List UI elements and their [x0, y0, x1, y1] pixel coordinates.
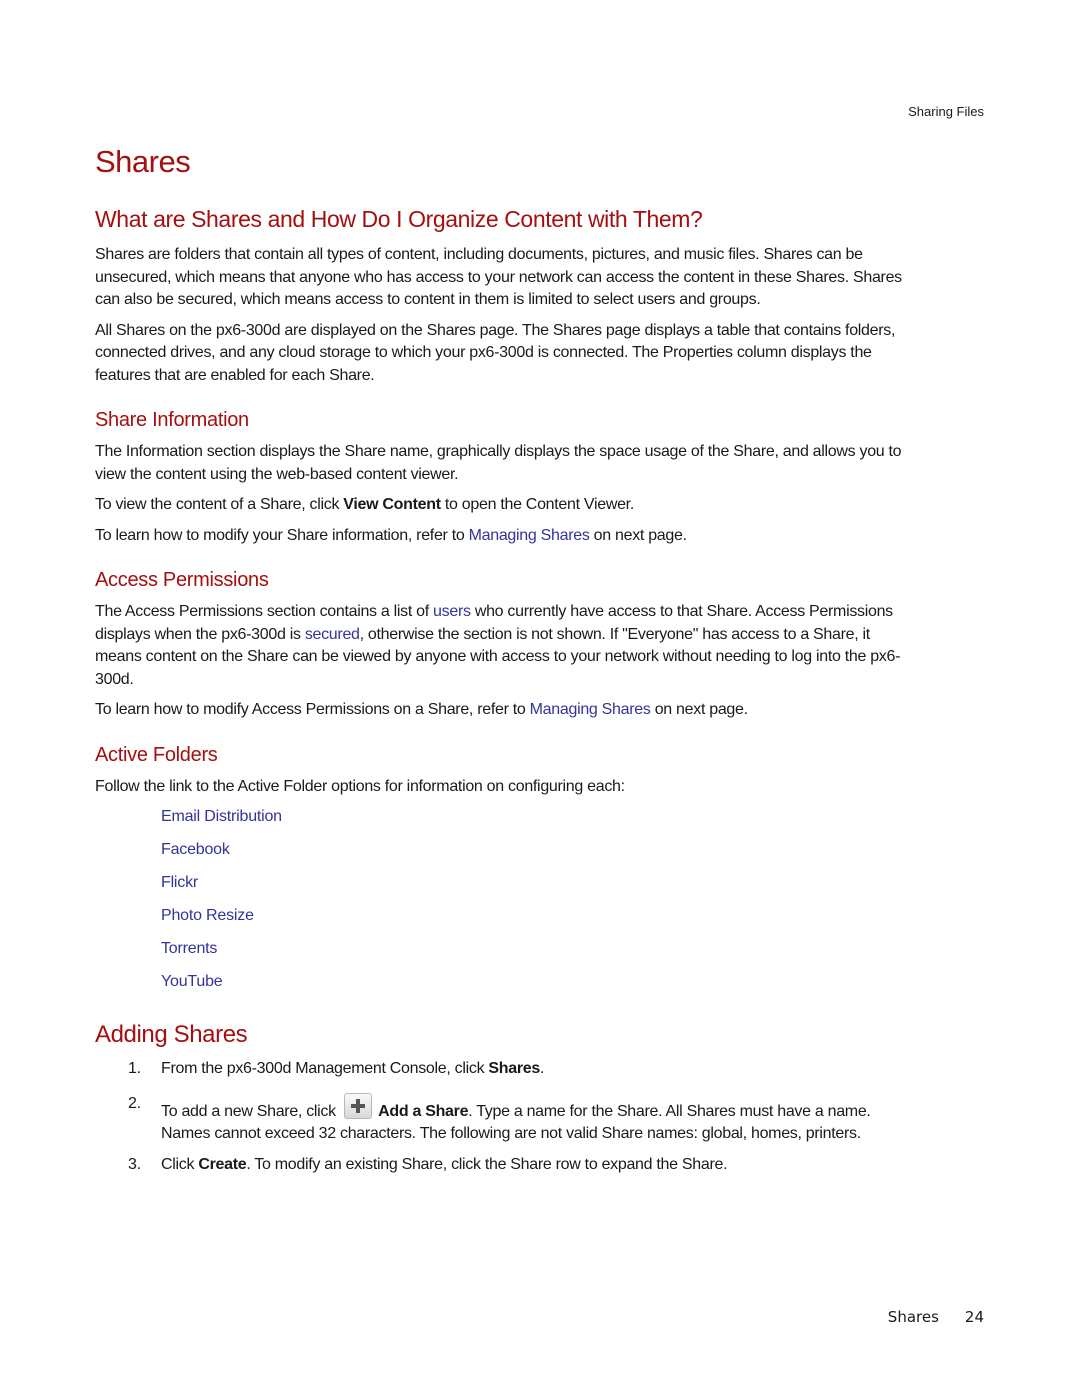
text: .	[540, 1060, 545, 1077]
adding-shares-section: Adding Shares 1. From the px6-300d Manage…	[95, 1020, 905, 1176]
page-footer: Shares 24	[888, 1308, 984, 1326]
torrents-link[interactable]: Torrents	[161, 940, 217, 957]
page-title: Shares	[95, 144, 191, 179]
shares-label: Shares	[488, 1060, 540, 1077]
intro-paragraph-2: All Shares on the px6-300d are displayed…	[95, 321, 896, 384]
intro-paragraph-1: Shares are folders that contain all type…	[95, 246, 902, 308]
share-information-section: Share Information The Information sectio…	[95, 407, 905, 547]
managing-shares-link[interactable]: Managing Shares	[469, 527, 590, 544]
managing-shares-reference: To learn how to modify Access Permission…	[95, 699, 905, 722]
intro-section: What are Shares and How Do I Organize Co…	[95, 204, 905, 387]
page-number: 24	[964, 1308, 984, 1326]
step-number: 1.	[128, 1060, 141, 1077]
text: To learn how to modify Access Permission…	[95, 701, 530, 718]
list-item: Photo Resize	[161, 899, 905, 932]
share-information-paragraph: The Information section displays the Sha…	[95, 443, 902, 483]
step-number: 3.	[128, 1155, 141, 1173]
list-item: Flickr	[161, 866, 905, 899]
users-link[interactable]: users	[433, 603, 471, 620]
create-label: Create	[198, 1155, 247, 1173]
email-distribution-link[interactable]: Email Distribution	[161, 808, 282, 825]
view-content-label: View Content	[343, 496, 441, 513]
add-a-share-label: Add a Share	[378, 1102, 469, 1120]
list-item: YouTube	[161, 965, 905, 998]
share-information-heading: Share Information	[95, 409, 249, 431]
access-permissions-heading: Access Permissions	[95, 569, 269, 591]
text: Click	[161, 1155, 199, 1173]
step-2: 2. To add a new Share, click Add a Share.…	[95, 1092, 905, 1146]
add-share-icon	[343, 1092, 372, 1119]
managing-shares-link[interactable]: Managing Shares	[530, 701, 651, 718]
facebook-link[interactable]: Facebook	[161, 841, 230, 858]
view-content-instruction: To view the content of a Share, click Vi…	[95, 494, 905, 517]
text: To add a new Share, click	[161, 1102, 340, 1120]
secured-link[interactable]: secured	[305, 626, 360, 643]
flickr-link[interactable]: Flickr	[161, 874, 198, 891]
list-item: Facebook	[161, 833, 905, 866]
photo-resize-link[interactable]: Photo Resize	[161, 907, 254, 924]
text: To learn how to modify your Share inform…	[95, 526, 469, 544]
text: on next page.	[589, 526, 687, 544]
step-3: 3. Click Create. To modify an existing Sh…	[95, 1154, 905, 1177]
text: To view the content of a Share, click	[95, 496, 344, 513]
youtube-link[interactable]: YouTube	[161, 973, 223, 990]
access-permissions-section: Access Permissions The Access Permission…	[95, 567, 905, 722]
running-header: Sharing Files	[908, 104, 984, 119]
active-folders-intro: Follow the link to the Active Folder opt…	[95, 777, 625, 795]
active-folders-section: Active Folders Follow the link to the Ac…	[95, 742, 905, 999]
steps-list: 1. From the px6-300d Management Console, …	[95, 1058, 905, 1176]
text: on next page.	[650, 701, 748, 718]
active-folders-heading: Active Folders	[95, 743, 218, 766]
list-item: Torrents	[161, 932, 905, 965]
intro-heading: What are Shares and How Do I Organize Co…	[95, 206, 703, 232]
text: to open the Content Viewer.	[440, 496, 634, 513]
footer-section-name: Shares	[887, 1308, 939, 1326]
list-item: Email Distribution	[161, 800, 905, 833]
step-number: 2.	[128, 1094, 141, 1112]
managing-shares-reference: To learn how to modify your Share inform…	[95, 525, 905, 548]
text: The Access Permissions section contains …	[95, 603, 434, 620]
text: . To modify an existing Share, click the…	[246, 1155, 728, 1173]
text: From the px6-300d Management Console, cl…	[161, 1060, 489, 1077]
page-content: Shares What are Shares and How Do I Orga…	[95, 140, 905, 1184]
step-1: 1. From the px6-300d Management Console, …	[95, 1058, 905, 1081]
access-permissions-paragraph: The Access Permissions section contains …	[95, 601, 905, 691]
active-folder-links: Email Distribution Facebook Flickr Photo…	[95, 800, 905, 998]
adding-shares-heading: Adding Shares	[95, 1021, 248, 1048]
